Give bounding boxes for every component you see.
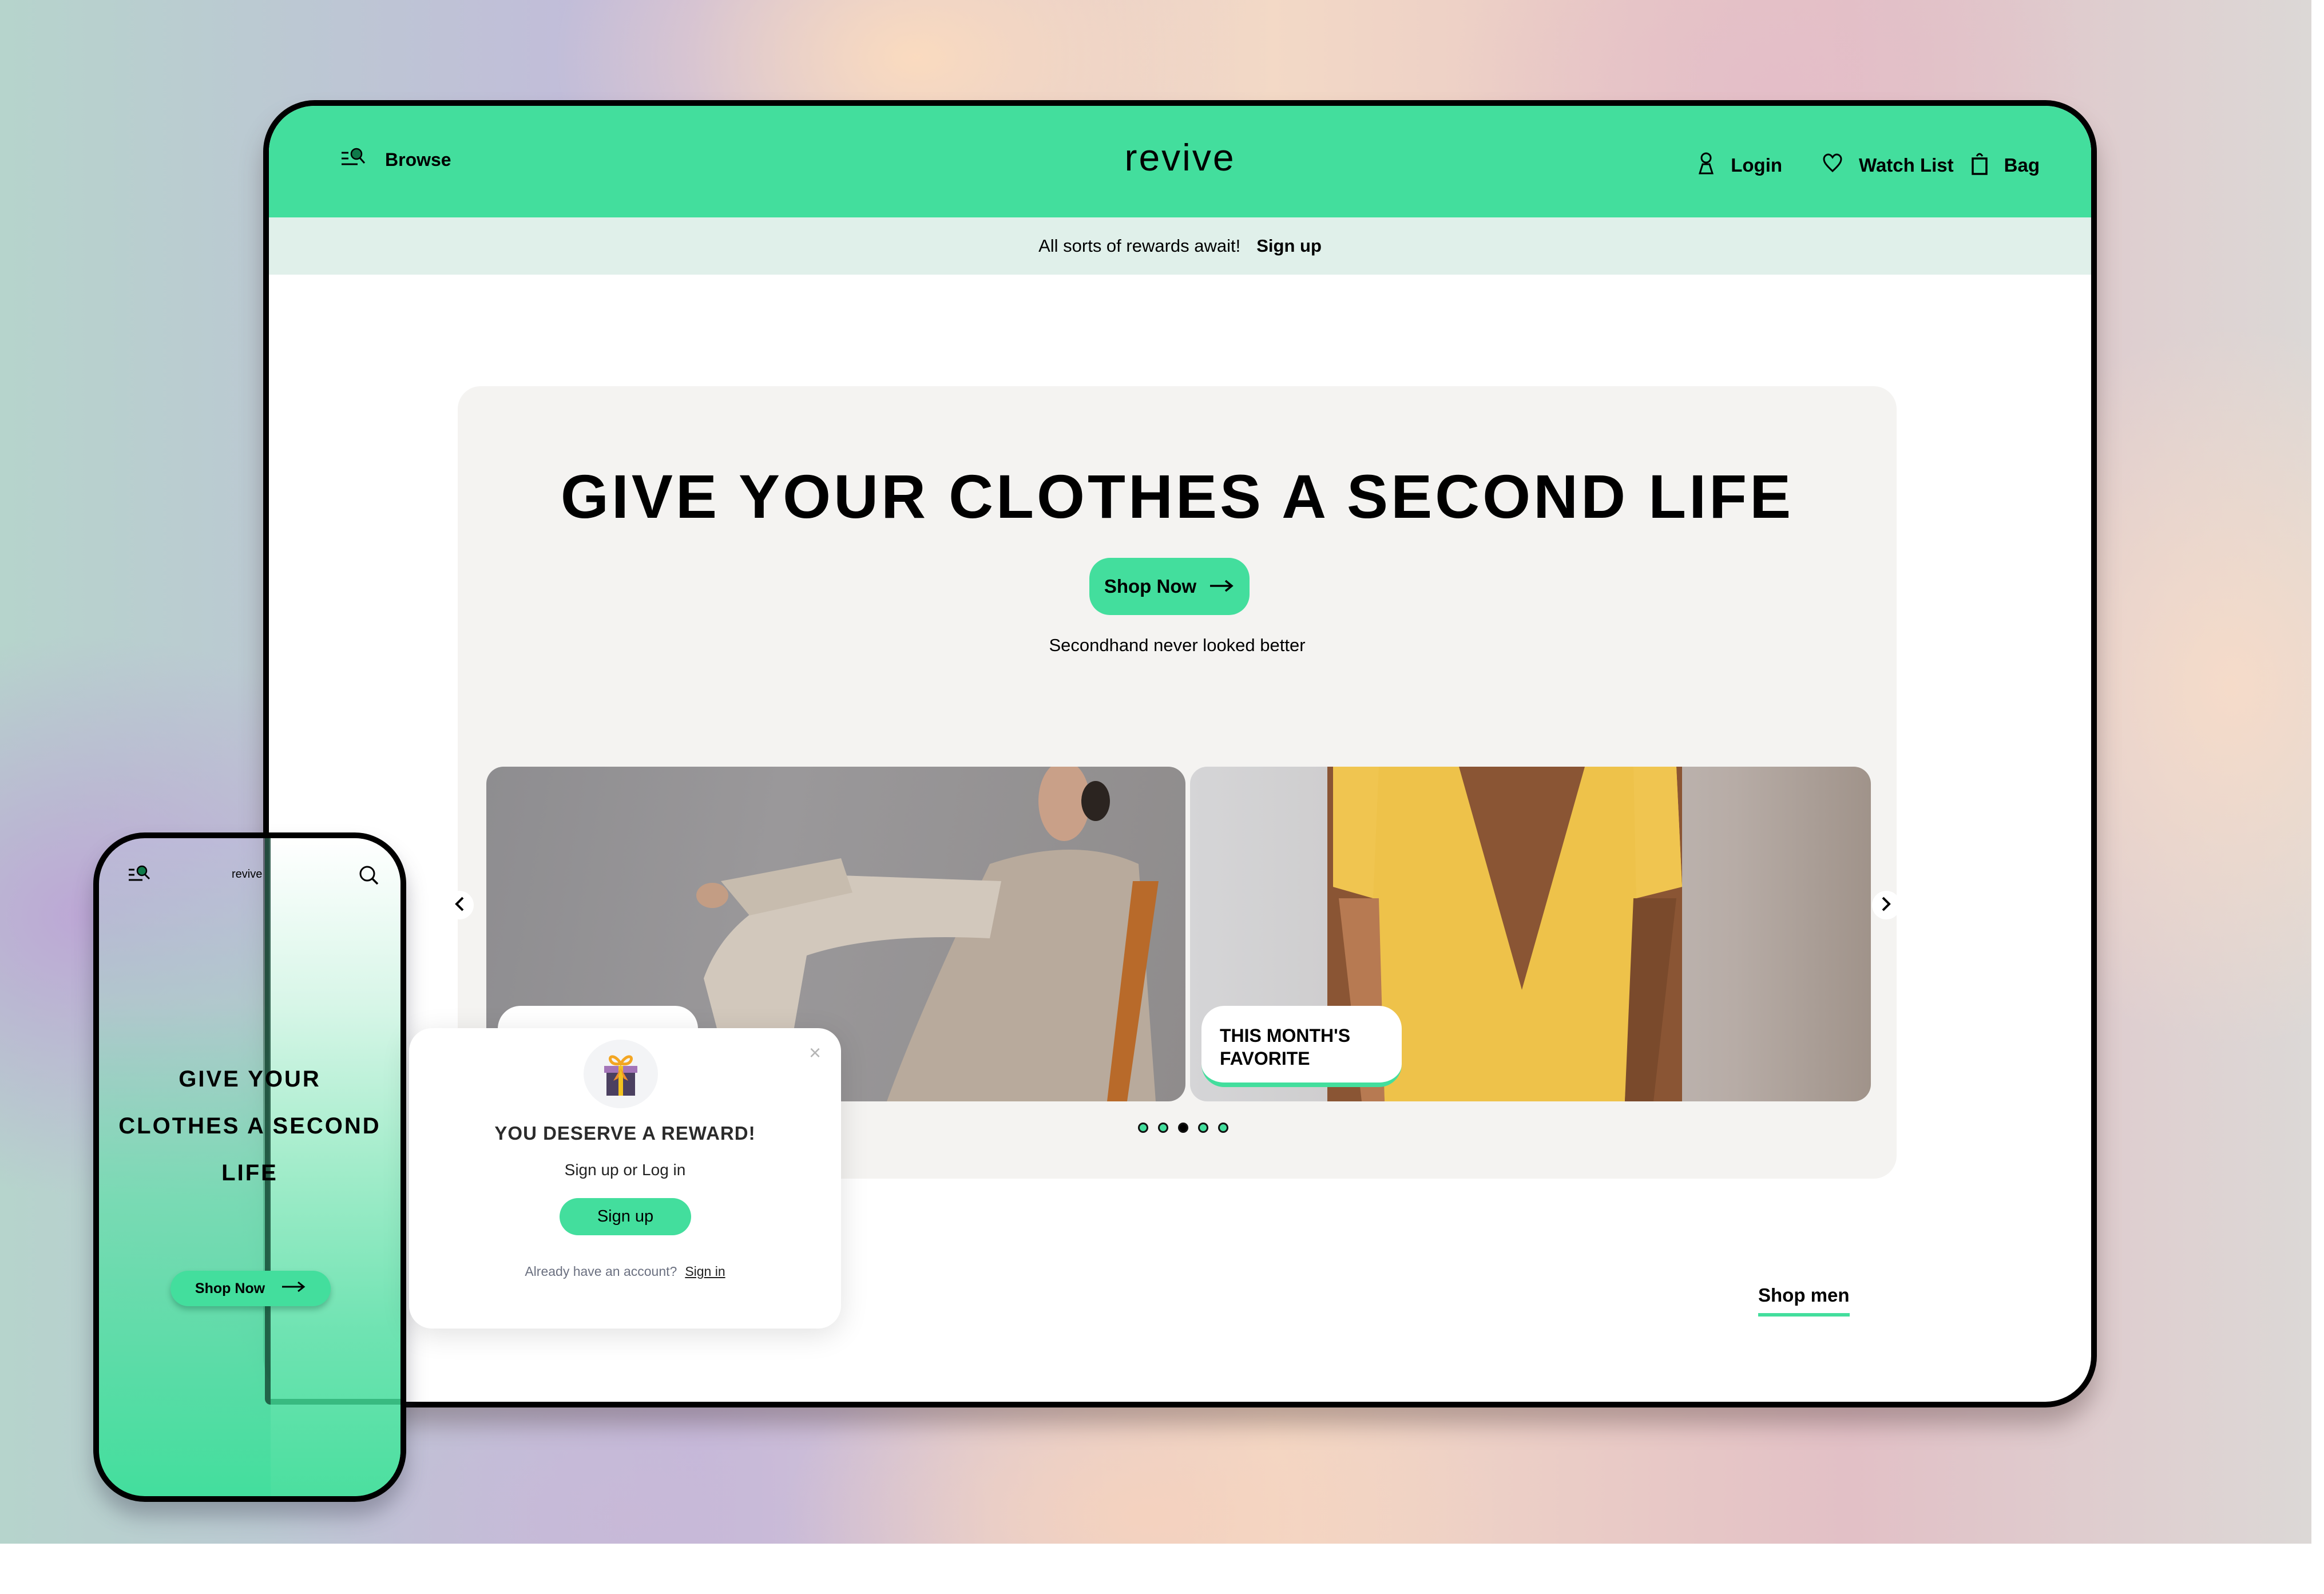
popup-signup-button[interactable]: Sign up — [560, 1198, 691, 1235]
user-icon — [1698, 152, 1715, 179]
hero-subtitle: Secondhand never looked better — [1049, 635, 1306, 655]
carousel-dot[interactable] — [1197, 1123, 1208, 1133]
phone-mockup: revive GIVE YOUR CLOTHES A SECOND LIFE S… — [93, 832, 406, 1502]
tablet-bottom-overlap — [271, 1399, 400, 1405]
carousel-slide-2[interactable]: THIS MONTH'S FAVORITE — [1190, 767, 1871, 1101]
phone-shop-now-button[interactable]: Shop Now — [170, 1271, 331, 1306]
login-label: Login — [1731, 154, 1783, 176]
rewards-banner: All sorts of rewards await! Sign up — [269, 217, 2091, 275]
bag-label: Bag — [2004, 154, 2040, 176]
header-nav: Login Watch List Bag — [1698, 150, 2040, 180]
popup-subtitle: Sign up or Log in — [564, 1161, 686, 1179]
arrow-right-icon — [1209, 576, 1234, 597]
watch-list-label: Watch List — [1859, 154, 1954, 176]
popup-signin-link[interactable]: Sign in — [685, 1264, 725, 1279]
login-link[interactable]: Login — [1698, 152, 1782, 179]
phone-logo[interactable]: revive — [232, 868, 262, 881]
carousel-dot[interactable] — [1217, 1123, 1228, 1133]
site-logo[interactable]: revive — [1124, 136, 1235, 179]
phone-browse-search-icon[interactable] — [128, 864, 153, 886]
chevron-right-icon — [1881, 896, 1892, 915]
carousel-prev-button[interactable] — [445, 891, 474, 919]
reward-popup: × YOU DESERVE A REWARD! Sign up or Log i… — [409, 1028, 841, 1329]
popup-footer-text: Already have an account? — [525, 1264, 677, 1279]
carousel-dot-active[interactable] — [1177, 1123, 1188, 1133]
popup-footer: Already have an account? Sign in — [409, 1264, 841, 1279]
carousel-next-button[interactable] — [1872, 891, 1901, 919]
gift-icon — [584, 1040, 658, 1108]
browse-search-icon — [340, 147, 368, 172]
shop-men-link[interactable]: Shop men — [1758, 1284, 1850, 1317]
slide-2-caption: THIS MONTH'S FAVORITE — [1201, 1006, 1402, 1087]
heart-icon — [1822, 153, 1843, 177]
close-icon[interactable]: × — [809, 1041, 821, 1065]
browse-label: Browse — [385, 149, 451, 170]
browse-button[interactable]: Browse — [340, 147, 451, 172]
phone-search-icon[interactable] — [358, 864, 380, 890]
bag-link[interactable]: Bag — [1971, 150, 2040, 180]
shop-now-button[interactable]: Shop Now — [1089, 558, 1250, 615]
bag-icon — [1971, 150, 1988, 180]
popup-title: YOU DESERVE A REWARD! — [494, 1123, 756, 1144]
arrow-right-icon — [281, 1280, 306, 1297]
banner-signup-link[interactable]: Sign up — [1256, 236, 1322, 256]
shop-now-label: Shop Now — [1104, 576, 1197, 597]
phone-headline: GIVE YOUR CLOTHES A SECOND LIFE — [118, 1066, 381, 1185]
phone-shop-now-label: Shop Now — [195, 1280, 265, 1296]
banner-text: All sorts of rewards await! — [1038, 236, 1241, 256]
watch-list-link[interactable]: Watch List — [1822, 153, 1954, 177]
site-header: Browse revive Login Watch List Bag — [269, 106, 2091, 217]
chevron-left-icon — [454, 896, 465, 915]
carousel-dot[interactable] — [1137, 1123, 1148, 1133]
hero-headline: GIVE YOUR CLOTHES A SECOND LIFE — [560, 462, 1794, 531]
carousel-dot[interactable] — [1157, 1123, 1168, 1133]
